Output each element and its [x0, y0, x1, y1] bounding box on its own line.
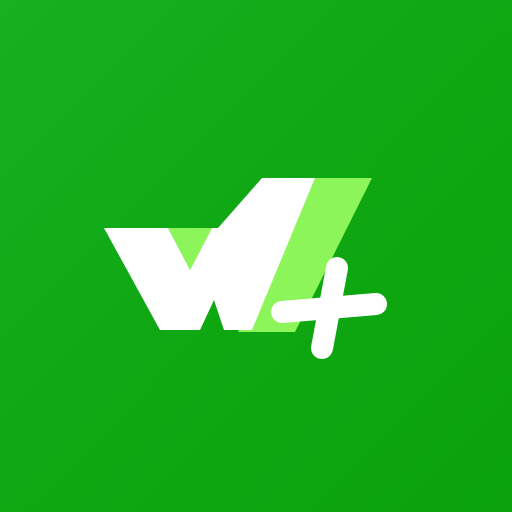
app-icon-background — [0, 0, 512, 512]
app-logo-icon — [104, 178, 387, 359]
